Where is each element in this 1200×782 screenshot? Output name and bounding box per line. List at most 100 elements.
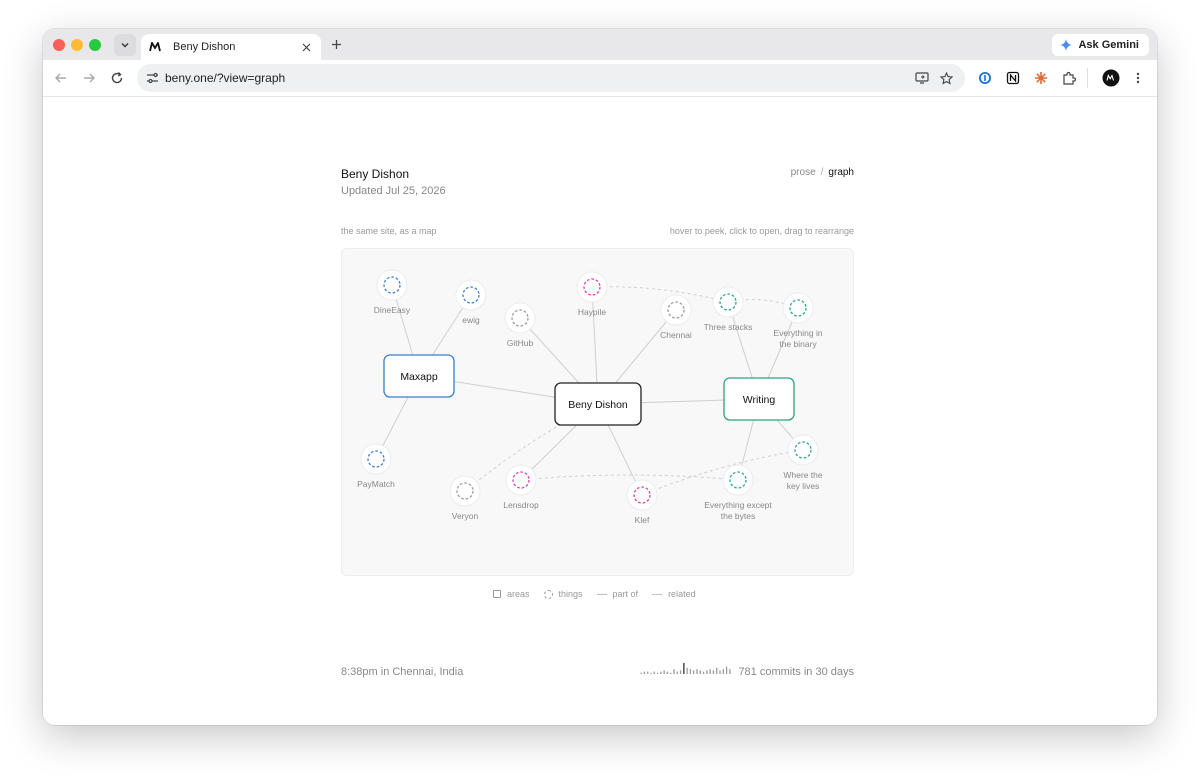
thing-label: Three stacks bbox=[704, 322, 753, 332]
thing-node-chennai[interactable]: Chennai bbox=[660, 294, 692, 340]
thing-label: Everything in bbox=[773, 328, 822, 338]
sparkline-bar bbox=[660, 671, 662, 674]
more-menu-icon[interactable] bbox=[1130, 70, 1146, 86]
thing-node-github[interactable]: GitHub bbox=[504, 302, 536, 348]
sparkline-bar bbox=[676, 671, 678, 674]
graph-view-link[interactable]: graph bbox=[828, 167, 854, 178]
thing-node-paymatch[interactable]: PayMatch bbox=[357, 443, 395, 489]
area-node-center[interactable]: Beny Dishon bbox=[554, 382, 642, 426]
graph-canvas[interactable]: DineEasy ewig PayMatch GitHub Haypile Chennai… bbox=[342, 249, 853, 575]
thing-node-keylives[interactable]: Where thekey lives bbox=[783, 434, 823, 491]
related-edge-haypile-threestacks bbox=[591, 286, 729, 303]
sparkline-bar bbox=[679, 670, 682, 674]
sparkline-bar bbox=[653, 671, 655, 674]
dashed-line-icon bbox=[652, 593, 663, 595]
sparkline-bar bbox=[647, 671, 649, 674]
thing-node-bg bbox=[626, 479, 658, 511]
thing-label: PayMatch bbox=[357, 479, 395, 489]
thing-label: the bytes bbox=[721, 511, 756, 521]
close-window-button[interactable] bbox=[53, 39, 65, 51]
url-text[interactable]: beny.one/?view=graph bbox=[165, 71, 285, 85]
sparkline-bar bbox=[696, 669, 698, 674]
thing-label: Haypile bbox=[578, 307, 607, 317]
legend-related: related bbox=[652, 589, 696, 599]
site-favicon-icon bbox=[149, 41, 161, 53]
thing-node-bg bbox=[722, 464, 754, 496]
site-graph[interactable]: DineEasy ewig PayMatch GitHub Haypile Chennai… bbox=[341, 248, 854, 576]
thing-node-bg bbox=[360, 443, 392, 475]
solid-line-icon bbox=[596, 593, 607, 595]
area-label: Maxapp bbox=[400, 371, 438, 383]
graph-instructions: hover to peek, click to open, drag to re… bbox=[669, 226, 854, 236]
thing-node-threestacks[interactable]: Three stacks bbox=[704, 286, 753, 332]
thing-label: ewig bbox=[462, 315, 480, 325]
thing-node-bg bbox=[660, 294, 692, 326]
thing-node-bytes[interactable]: Everything exceptthe bytes bbox=[704, 464, 772, 521]
thing-node-veryon[interactable]: Veryon bbox=[449, 475, 481, 521]
thing-node-ewig[interactable]: ewig bbox=[455, 279, 487, 325]
new-tab-icon[interactable] bbox=[329, 37, 343, 51]
sparkline-bar bbox=[656, 672, 659, 674]
sparkline-bar bbox=[663, 670, 665, 674]
area-node-writing[interactable]: Writing bbox=[723, 377, 795, 421]
sparkline-bar bbox=[670, 672, 672, 674]
commit-sparkline bbox=[640, 663, 731, 674]
legend-part-of-label: part of bbox=[612, 589, 639, 599]
legend-part-of: part of bbox=[596, 589, 639, 599]
thing-node-bg bbox=[782, 292, 814, 324]
sparkline-bar bbox=[702, 671, 705, 674]
area-node-maxapp[interactable]: Maxapp bbox=[383, 354, 455, 398]
thing-node-dineeasy[interactable]: DineEasy bbox=[374, 269, 411, 315]
updated-date: Updated Jul 25, 2026 bbox=[341, 185, 446, 197]
notion-extension-icon[interactable] bbox=[1005, 70, 1021, 86]
thing-node-binary[interactable]: Everything inthe binary bbox=[773, 292, 823, 349]
tab-search-button[interactable] bbox=[114, 34, 136, 56]
extensions-puzzle-icon[interactable] bbox=[1061, 70, 1077, 86]
thing-label: Everything except bbox=[704, 500, 772, 510]
legend-related-label: related bbox=[668, 589, 696, 599]
ask-gemini-button[interactable]: Ask Gemini bbox=[1052, 34, 1149, 56]
browser-window: Beny Dishon Ask Gemini beny.one/?view=gr bbox=[43, 29, 1157, 725]
prose-view-link[interactable]: prose bbox=[791, 167, 816, 178]
thing-label: Lensdrop bbox=[503, 500, 539, 510]
maximize-window-button[interactable] bbox=[89, 39, 101, 51]
reload-icon[interactable] bbox=[109, 70, 125, 86]
thing-label: key lives bbox=[787, 481, 820, 491]
area-label: Writing bbox=[743, 394, 776, 406]
thing-node-bg bbox=[505, 464, 537, 496]
site-title[interactable]: Beny Dishon bbox=[341, 167, 409, 181]
legend-areas: areas bbox=[493, 589, 530, 599]
address-bar[interactable]: beny.one/?view=graph bbox=[137, 64, 965, 92]
claude-extension-icon[interactable] bbox=[1033, 70, 1049, 86]
sparkline-bar bbox=[666, 671, 669, 674]
profile-avatar[interactable] bbox=[1102, 69, 1120, 87]
related-edge-lensdrop-bytes bbox=[520, 474, 739, 481]
thing-node-lensdrop[interactable]: Lensdrop bbox=[503, 464, 539, 510]
forward-arrow-icon[interactable] bbox=[81, 70, 97, 86]
bookmark-star-icon[interactable] bbox=[939, 71, 953, 85]
sparkline-bar bbox=[725, 666, 728, 674]
local-time: 8:38pm in Chennai, India bbox=[341, 666, 464, 678]
thing-node-haypile[interactable]: Haypile bbox=[576, 271, 608, 317]
thing-node-bg bbox=[449, 475, 481, 507]
area-swatch-icon bbox=[493, 590, 501, 598]
cast-icon[interactable] bbox=[915, 71, 929, 85]
site-settings-icon[interactable] bbox=[145, 71, 159, 85]
graph-caption: the same site, as a map bbox=[341, 226, 437, 236]
sparkline-bar bbox=[693, 670, 695, 674]
sparkline-bar bbox=[650, 672, 652, 674]
view-separator: / bbox=[820, 167, 824, 178]
back-arrow-icon[interactable] bbox=[53, 70, 69, 86]
sparkline-bar bbox=[729, 669, 731, 674]
minimize-window-button[interactable] bbox=[71, 39, 83, 51]
close-tab-icon[interactable] bbox=[299, 40, 313, 54]
sparkline-bar bbox=[640, 672, 642, 674]
related-edge-klef-keylives bbox=[641, 449, 804, 496]
password-manager-extension-icon[interactable] bbox=[977, 70, 993, 86]
thing-label: Klef bbox=[635, 515, 650, 525]
thing-node-bg bbox=[504, 302, 536, 334]
thing-label: Veryon bbox=[452, 511, 479, 521]
thing-node-klef[interactable]: Klef bbox=[626, 479, 658, 525]
browser-tab[interactable]: Beny Dishon bbox=[141, 34, 321, 60]
legend-areas-label: areas bbox=[507, 589, 530, 599]
